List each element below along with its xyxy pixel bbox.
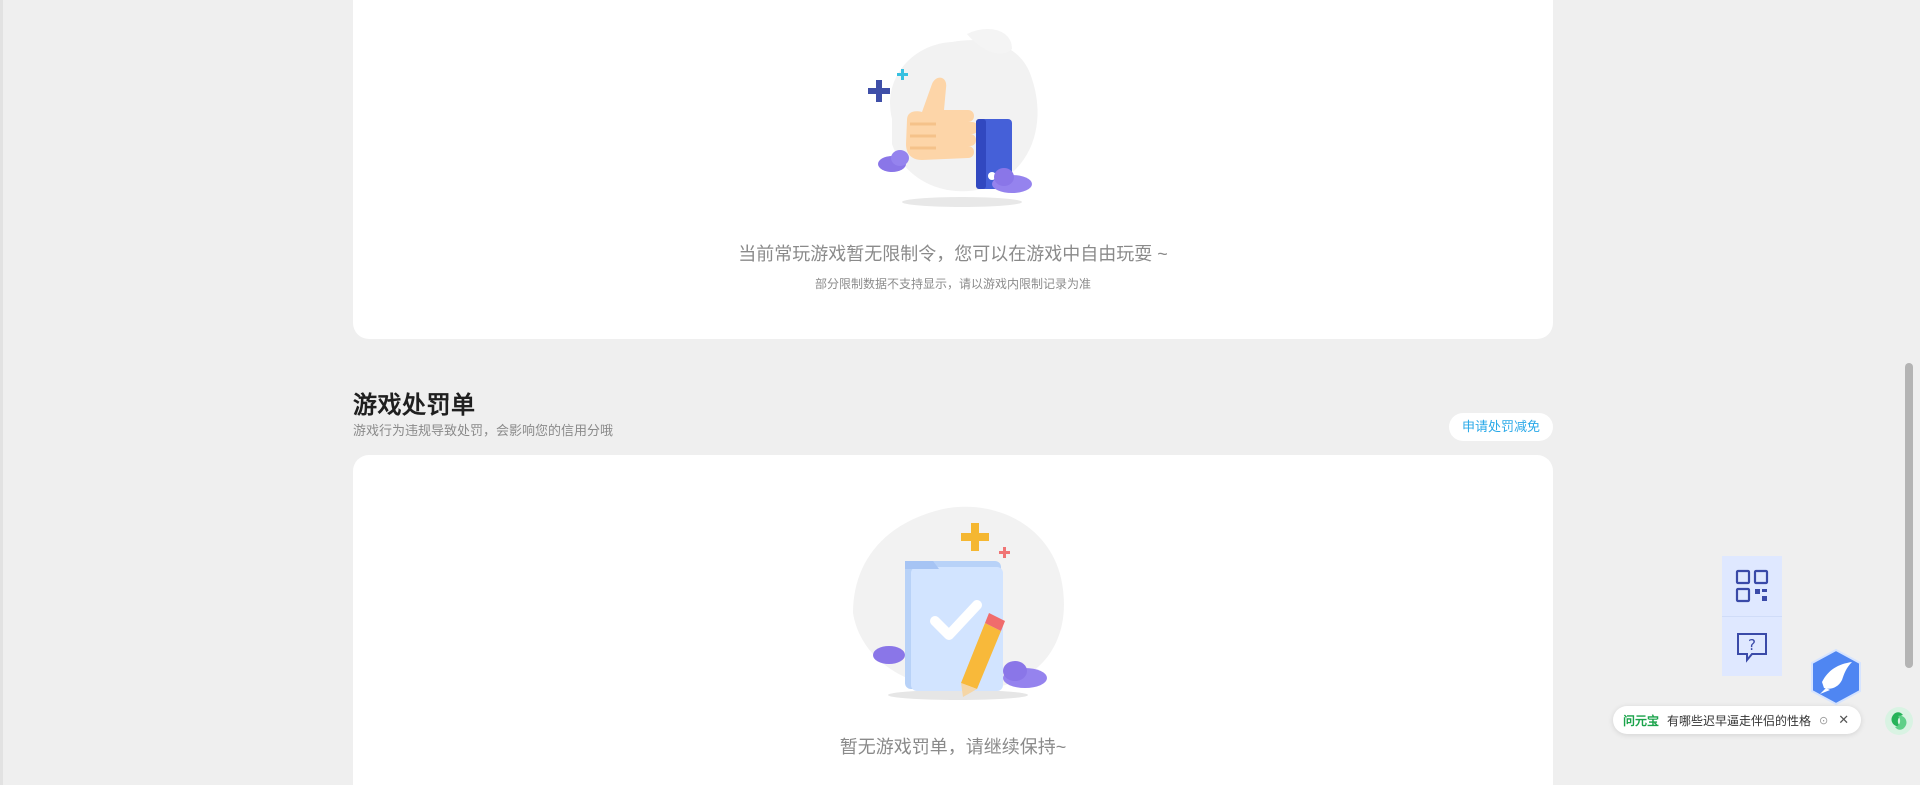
ai-close-icon[interactable]: ✕: [1838, 712, 1849, 728]
qr-code-icon: [1735, 569, 1769, 603]
penalty-empty-message: 暂无游戏罚单，请继续保持~: [839, 737, 1067, 757]
left-edge: [0, 0, 3, 785]
ai-brand-label: 问元宝: [1623, 713, 1660, 728]
thumbs-up-illustration: [868, 29, 1038, 207]
restrictions-note: 部分限制数据不支持显示，请以游戏内限制记录为准: [814, 277, 1091, 291]
apply-penalty-reduction-button[interactable]: 申请处罚减免: [1448, 413, 1553, 441]
svg-text:?: ?: [1748, 636, 1756, 654]
help-chat-icon: ?: [1737, 632, 1767, 663]
qr-code-button[interactable]: [1722, 556, 1782, 616]
document-check-illustration: [853, 506, 1064, 700]
ai-settings-icon[interactable]: ⊙: [1819, 714, 1828, 727]
restrictions-card: 当前常玩游戏暂无限制令，您可以在游戏中自由玩耍 ~ 部分限制数据不支持显示，请以…: [353, 0, 1553, 339]
ai-assistant-logo-icon[interactable]: [1884, 706, 1914, 736]
penalty-section-title: 游戏处罚单: [353, 392, 476, 419]
bird-mascot-icon[interactable]: [1808, 648, 1864, 706]
ai-question-text[interactable]: 有哪些迟早逼走伴侣的性格: [1667, 712, 1811, 729]
restrictions-empty-message: 当前常玩游戏暂无限制令，您可以在游戏中自由玩耍 ~: [738, 244, 1168, 264]
floating-side-panel: ?: [1722, 556, 1782, 676]
scrollbar-thumb[interactable]: [1905, 363, 1913, 668]
ai-assistant-bar[interactable]: 问元宝 有哪些迟早逼走伴侣的性格 ⊙ ✕: [1613, 706, 1861, 734]
penalty-section-description: 游戏行为违规导致处罚，会影响您的信用分哦: [353, 423, 614, 438]
penalty-card: 暂无游戏罚单，请继续保持~: [353, 455, 1553, 785]
help-chat-button[interactable]: ?: [1722, 616, 1782, 676]
